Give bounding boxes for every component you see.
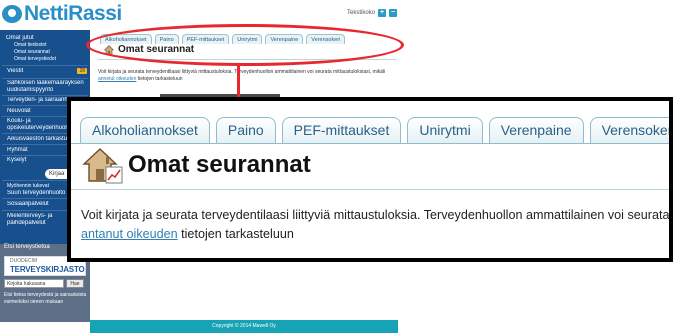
description-small-suffix: tietojen tarkasteluun <box>137 76 183 82</box>
description-small: Voit kirjata ja seurata terveydentilaasi… <box>98 69 396 83</box>
tab-verenpaine[interactable]: Verenpaine <box>488 117 584 143</box>
terveyskirjasto-label: TERVEYSKIRJASTO <box>10 265 85 274</box>
sidebar-item-omat-seurannat[interactable]: Omat seurannat <box>0 49 90 55</box>
duodecim-label: DUODECIM <box>10 258 38 264</box>
sidebar-item-label: Viestit <box>7 68 24 74</box>
tab-baseline <box>71 143 669 144</box>
text-size-decrease-button[interactable]: − <box>389 9 398 17</box>
sidebar-divider <box>2 95 88 96</box>
permissions-link-small[interactable]: annetut oikeuden <box>98 76 136 82</box>
sidebar-item-omat-terveystiedot[interactable]: Omat terveystiedot <box>0 56 90 62</box>
sidebar-item-omat-jutut[interactable]: Omat jutut <box>0 35 90 41</box>
sidebar-item-prescription[interactable]: Sähköisen lääkemääräyksen <box>0 80 90 86</box>
message-count-badge: 28 <box>77 68 87 74</box>
description: Voit kirjata ja seurata terveydentilaasi… <box>81 206 673 244</box>
health-search-description: Etsi tietoa terveydestä ja sairauksista … <box>4 292 87 305</box>
zoom-callout: Alkoholiannokset Paino PEF-mittaukset Un… <box>67 97 673 262</box>
logo-mark-icon <box>2 5 22 23</box>
permissions-link[interactable]: antanut oikeuden <box>81 227 178 241</box>
house-chart-icon <box>82 148 123 184</box>
sidebar-divider <box>2 65 88 66</box>
description-line2: antanut oikeuden tietojen tarkasteluun <box>81 225 669 244</box>
health-search-input[interactable]: Kirjoita hakusana <box>4 279 64 288</box>
description-suffix: tietojen tarkasteluun <box>177 227 294 241</box>
tab-verensokeri[interactable]: Verensokeri <box>589 117 669 143</box>
sidebar-item-viestit[interactable]: Viestit 28 <box>0 68 90 74</box>
tab-unirytmi[interactable]: Unirytmi <box>407 117 483 143</box>
text-size-label: Tekstikoko <box>347 10 376 16</box>
highlight-ellipse <box>86 24 404 66</box>
logo-text: NettiRassi <box>24 2 122 25</box>
health-info-title: Etsi terveystietoa <box>4 244 50 250</box>
tab-pef-mittaukset[interactable]: PEF-mittaukset <box>281 117 402 143</box>
title-divider <box>71 189 669 190</box>
description-line1: Voit kirjata ja seurata terveydentilaasi… <box>81 208 673 222</box>
text-size-increase-button[interactable]: + <box>378 9 387 17</box>
nettirassi-logo[interactable]: NettiRassi <box>2 2 122 25</box>
description-small-line1: Voit kirjata ja seurata terveydentilaasi… <box>98 69 386 75</box>
description-small-line2: annetut oikeuden tietojen tarkasteluun <box>98 76 396 83</box>
measurement-tabs: Alkoholiannokset Paino PEF-mittaukset Un… <box>71 117 669 143</box>
text-size-control: Tekstikoko + − <box>347 9 398 17</box>
sidebar-divider <box>2 78 88 79</box>
page-title: Omat seurannat <box>128 151 311 178</box>
tab-alkoholiannokset[interactable]: Alkoholiannokset <box>80 117 210 143</box>
sidebar-item-omat-tiedostot[interactable]: Omat tiedostot <box>0 42 90 48</box>
health-search-button[interactable]: Hae <box>66 279 84 288</box>
footer-copyright: Copyright © 2014 Mawell Oy <box>90 320 398 333</box>
sidebar-item-prescription-2[interactable]: uudistamispyyntö <box>0 87 90 93</box>
highlight-connector <box>237 66 240 97</box>
tab-paino[interactable]: Paino <box>215 117 276 143</box>
